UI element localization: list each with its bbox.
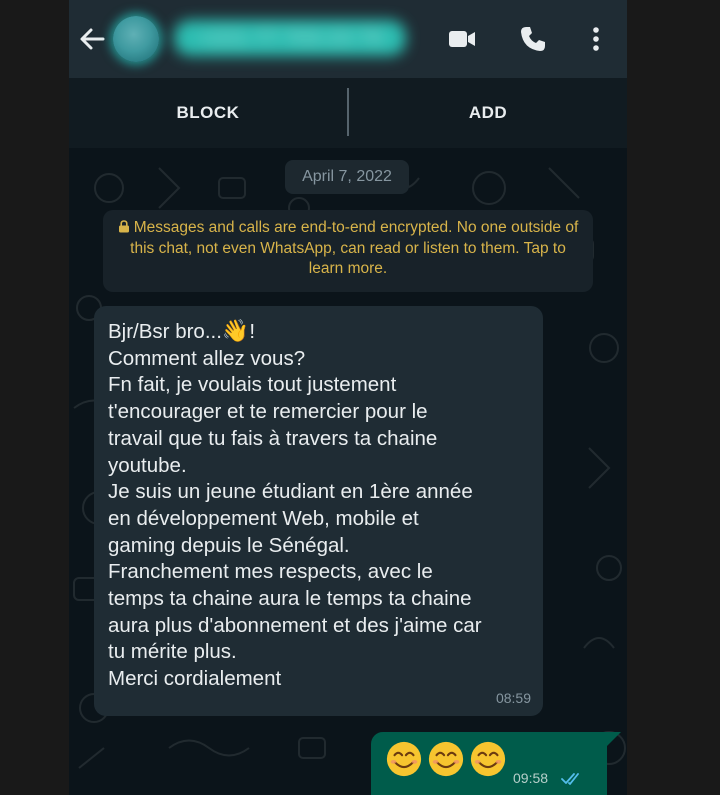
chat-header: +221 77 703 23 79 (69, 0, 627, 78)
bottom-margin (0, 795, 720, 800)
contact-name[interactable]: +221 77 703 23 79 (174, 20, 406, 56)
block-button[interactable]: BLOCK (69, 78, 347, 148)
add-contact-button[interactable]: ADD (349, 78, 627, 148)
waving-hand-emoji: 👋 (221, 318, 250, 343)
smiling-face-emoji (470, 741, 506, 777)
greeting-text: Bjr/Bsr bro... (108, 320, 222, 343)
greeting-exclamation: ! (249, 320, 256, 343)
chat-screen: +221 77 703 23 79 BLOCK ADD April 7, 202… (69, 0, 627, 795)
voice-call-icon[interactable] (518, 24, 548, 54)
read-receipt-icon (561, 773, 579, 785)
back-arrow-icon[interactable] (77, 24, 107, 54)
encryption-notice[interactable]: Messages and calls are end-to-end encryp… (103, 210, 593, 292)
message-time: 08:59 (495, 690, 531, 706)
date-separator: April 7, 2022 (285, 160, 409, 194)
more-options-icon[interactable] (581, 24, 611, 54)
right-margin (627, 0, 720, 795)
unknown-contact-actions: BLOCK ADD (69, 78, 627, 148)
encryption-text: Messages and calls are end-to-end encryp… (130, 219, 579, 277)
video-call-icon[interactable] (447, 24, 477, 54)
message-text: Comment allez vous? Fn fait, je voulais … (108, 346, 482, 691)
message-greeting: Bjr/Bsr bro...👋! (108, 318, 529, 346)
message-time: 09:58 (513, 770, 549, 786)
incoming-message-bubble[interactable]: Bjr/Bsr bro...👋! Comment allez vous? Fn … (94, 306, 543, 716)
smiling-face-emoji (386, 741, 422, 777)
left-margin (0, 0, 69, 795)
smiling-face-emoji (428, 741, 464, 777)
emoji-group (385, 740, 507, 782)
lock-icon (118, 220, 129, 233)
outgoing-message-bubble[interactable]: 09:58 (371, 732, 607, 795)
contact-avatar[interactable] (113, 16, 159, 62)
outgoing-bubble-tail (607, 732, 621, 746)
